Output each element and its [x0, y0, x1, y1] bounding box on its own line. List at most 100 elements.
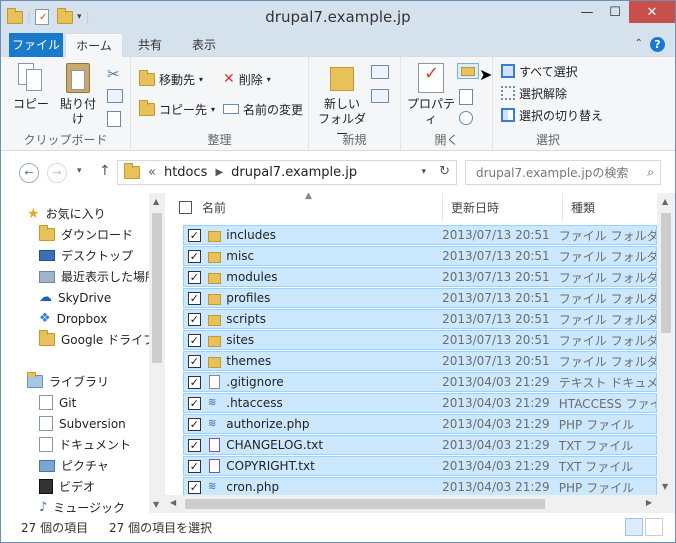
- scroll-left-icon[interactable]: ◀: [170, 498, 176, 507]
- tab-file[interactable]: ファイル: [9, 33, 63, 57]
- paste-button[interactable]: 貼り付け: [55, 63, 101, 127]
- file-row[interactable]: ✓ includes 2013/07/13 20:51 ファイル フォルダー: [183, 225, 657, 245]
- file-date: 2013/04/03 21:29: [442, 480, 550, 494]
- scroll-right-icon[interactable]: ▶: [646, 498, 652, 507]
- file-scrollbar-thumb[interactable]: [661, 213, 671, 333]
- row-checkbox[interactable]: ✓: [188, 312, 201, 326]
- back-button[interactable]: ←: [19, 163, 39, 183]
- row-checkbox[interactable]: ✓: [188, 270, 201, 284]
- paste-shortcut-icon[interactable]: [107, 111, 121, 127]
- help-icon[interactable]: ?: [650, 37, 665, 52]
- row-checkbox[interactable]: ✓: [188, 375, 201, 389]
- nav-videos[interactable]: ビデオ: [39, 476, 95, 497]
- nav-libraries[interactable]: ライブラリ: [27, 371, 109, 392]
- tab-view[interactable]: 表示: [181, 33, 227, 57]
- address-bar[interactable]: « htdocs ▶ drupal7.example.jp ▾ ↻: [117, 160, 457, 185]
- select-all-button[interactable]: すべて選択: [501, 61, 578, 81]
- nav-recent-places[interactable]: 最近表示した場所: [39, 266, 157, 287]
- file-row[interactable]: ✓ sites 2013/07/13 20:51 ファイル フォルダー: [183, 330, 657, 350]
- search-icon[interactable]: ⌕: [647, 165, 654, 180]
- history-icon[interactable]: [459, 111, 473, 125]
- open-icon[interactable]: [457, 63, 479, 79]
- mouse-cursor-icon: ➤: [479, 65, 493, 84]
- row-checkbox[interactable]: ✓: [188, 438, 201, 452]
- row-checkbox[interactable]: ✓: [188, 249, 201, 263]
- breadcrumb-htdocs[interactable]: htdocs: [164, 165, 207, 180]
- scroll-down-icon[interactable]: ▼: [153, 500, 159, 509]
- file-scroll-down-icon[interactable]: ▼: [662, 482, 668, 491]
- scrollbar-thumb[interactable]: [152, 213, 162, 363]
- file-row[interactable]: ✓ .gitignore 2013/04/03 21:29 テキスト ドキュメント: [183, 372, 657, 392]
- minimize-button[interactable]: —: [573, 1, 601, 23]
- file-scrollbar[interactable]: ▲ ▼: [657, 193, 675, 513]
- cut-icon[interactable]: ✂: [107, 65, 120, 83]
- file-row[interactable]: ✓ misc 2013/07/13 20:51 ファイル フォルダー: [183, 246, 657, 266]
- address-dropdown-icon[interactable]: ▾: [421, 167, 426, 177]
- nav-subversion[interactable]: Subversion: [39, 413, 126, 434]
- properties-button[interactable]: ✓ プロパティ: [405, 63, 457, 127]
- nav-pictures[interactable]: ピクチャ: [39, 455, 109, 476]
- copy-path-icon[interactable]: [107, 89, 123, 103]
- row-checkbox[interactable]: ✓: [188, 480, 201, 494]
- row-checkbox[interactable]: ✓: [188, 459, 201, 473]
- new-item-icon[interactable]: [371, 65, 389, 79]
- edit-icon[interactable]: [459, 89, 473, 105]
- copy-button[interactable]: コピー: [11, 63, 51, 112]
- row-checkbox[interactable]: ✓: [188, 228, 201, 242]
- nav-google-drive[interactable]: Google ドライブ: [39, 329, 155, 350]
- move-to-button[interactable]: 移動先 ▾: [139, 69, 203, 89]
- row-checkbox[interactable]: ✓: [188, 291, 201, 305]
- tab-home[interactable]: ホーム: [65, 33, 123, 58]
- invert-selection-button[interactable]: 選択の切り替え: [501, 105, 603, 125]
- file-row[interactable]: ✓ ≋ cron.php 2013/04/03 21:29 PHP ファイル: [183, 477, 657, 497]
- file-date: 2013/07/13 20:51: [442, 249, 550, 263]
- file-row[interactable]: ✓ modules 2013/07/13 20:51 ファイル フォルダー: [183, 267, 657, 287]
- close-button[interactable]: ✕: [629, 1, 675, 23]
- address-overflow[interactable]: «: [148, 165, 156, 180]
- details-view-icon[interactable]: [625, 518, 643, 536]
- file-row[interactable]: ✓ ≋ authorize.php 2013/04/03 21:29 PHP ファイル: [183, 414, 657, 434]
- forward-button[interactable]: →: [47, 163, 67, 183]
- file-row[interactable]: ✓ CHANGELOG.txt 2013/04/03 21:29 TXT ファイル: [183, 435, 657, 455]
- horizontal-scrollbar[interactable]: ◀ ▶: [165, 495, 657, 513]
- select-all-checkbox[interactable]: [179, 200, 192, 214]
- maximize-button[interactable]: ☐: [601, 1, 629, 23]
- select-none-button[interactable]: 選択解除: [501, 83, 567, 103]
- delete-button[interactable]: ✕ 削除 ▾: [223, 69, 271, 89]
- nav-skydrive[interactable]: ☁ SkyDrive: [39, 287, 111, 308]
- column-modified[interactable]: 更新日時: [443, 193, 563, 221]
- breadcrumb-current[interactable]: drupal7.example.jp: [231, 165, 357, 180]
- column-type[interactable]: 種類: [563, 193, 657, 221]
- minimize-ribbon-icon[interactable]: ⌃: [635, 38, 643, 49]
- nav-desktop[interactable]: デスクトップ: [39, 245, 133, 266]
- up-button[interactable]: ↑: [99, 163, 111, 179]
- copy-to-button[interactable]: コピー先 ▾: [139, 99, 215, 119]
- rename-button[interactable]: 名前の変更: [223, 99, 303, 119]
- row-checkbox[interactable]: ✓: [188, 333, 201, 347]
- breadcrumb-separator-icon[interactable]: ▶: [215, 167, 223, 178]
- row-checkbox[interactable]: ✓: [188, 417, 201, 431]
- tab-share[interactable]: 共有: [127, 33, 173, 57]
- nav-downloads[interactable]: ダウンロード: [39, 224, 133, 245]
- large-icons-view-icon[interactable]: [645, 518, 663, 536]
- file-scroll-up-icon[interactable]: ▲: [662, 197, 668, 206]
- nav-dropbox[interactable]: ❖ Dropbox: [39, 308, 107, 329]
- file-row[interactable]: ✓ ≋ .htaccess 2013/04/03 21:29 HTACCESS ファイル: [183, 393, 657, 413]
- nav-git[interactable]: Git: [39, 392, 76, 413]
- file-row[interactable]: ✓ themes 2013/07/13 20:51 ファイル フォルダー: [183, 351, 657, 371]
- horizontal-scrollbar-thumb[interactable]: [185, 499, 545, 509]
- search-input[interactable]: drupal7.example.jpの検索 ⌕: [465, 160, 661, 185]
- row-checkbox[interactable]: ✓: [188, 396, 201, 410]
- column-name[interactable]: 名前 ▲: [165, 193, 443, 221]
- refresh-icon[interactable]: ↻: [439, 164, 450, 179]
- nav-scrollbar[interactable]: ▲ ▼: [149, 193, 165, 513]
- file-row[interactable]: ✓ scripts 2013/07/13 20:51 ファイル フォルダー: [183, 309, 657, 329]
- row-checkbox[interactable]: ✓: [188, 354, 201, 368]
- nav-documents[interactable]: ドキュメント: [39, 434, 131, 455]
- easy-access-icon[interactable]: [371, 89, 389, 103]
- nav-favorites[interactable]: ★ お気に入り: [27, 203, 106, 224]
- file-row[interactable]: ✓ profiles 2013/07/13 20:51 ファイル フォルダー: [183, 288, 657, 308]
- scroll-up-icon[interactable]: ▲: [153, 197, 159, 206]
- recent-locations-icon[interactable]: ▾: [77, 166, 82, 176]
- file-row[interactable]: ✓ COPYRIGHT.txt 2013/04/03 21:29 TXT ファイル: [183, 456, 657, 476]
